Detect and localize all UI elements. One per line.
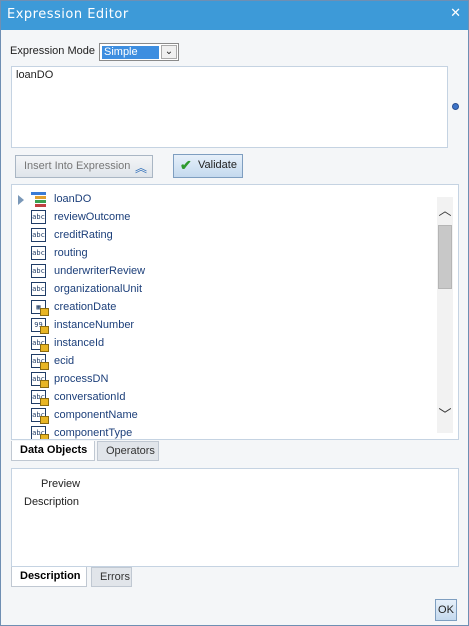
validate-button[interactable]: ✔ Validate [173,154,243,178]
tree-item-label: creditRating [54,229,113,241]
tree-item[interactable]: abc organizationalUnit [12,281,432,299]
tree-item[interactable]: ▦ creationDate [12,299,432,317]
dialog-title: Expression Editor [7,7,129,22]
number-locked-icon: 99 [31,318,49,334]
expand-triangle-icon[interactable] [18,195,24,205]
expression-mode-value: Simple [102,46,159,59]
tree-item-label: conversationId [54,391,126,403]
string-icon: abc [31,246,46,260]
ok-button[interactable]: OK [435,599,457,621]
tree-item-label: routing [54,247,88,259]
string-locked-icon: abc [31,408,49,424]
string-icon: abc [31,228,46,242]
tree-item[interactable]: abc conversationId [12,389,432,407]
title-bar: Expression Editor ✕ [1,1,468,30]
expression-textarea[interactable]: loanDO [11,66,448,148]
date-locked-icon: ▦ [31,300,49,316]
chevron-down-icon[interactable]: ⌄ [161,45,177,59]
splitter-handle-icon[interactable] [452,103,459,110]
tree-item[interactable]: abc componentType [12,425,432,439]
tree-scrollbar[interactable]: ︿ ﹀ [437,197,453,433]
tree-item-label: instanceId [54,337,105,349]
string-locked-icon: abc [31,372,49,388]
tab-operators[interactable]: Operators [97,441,159,461]
tree-item[interactable]: abc underwriterReview [12,263,432,281]
tree-item[interactable]: abc reviewOutcome [12,209,432,227]
string-locked-icon: abc [31,336,49,352]
tree-item-label: organizationalUnit [54,283,143,295]
tree-item-label: loanDO [54,193,92,205]
tree-item[interactable]: abc processDN [12,371,432,389]
tree-item-label: instanceNumber [54,319,135,331]
tab-description[interactable]: Description [11,567,87,587]
string-icon: abc [31,264,46,278]
tree-item[interactable]: abc routing [12,245,432,263]
expression-mode-label: Expression Mode [10,45,95,57]
string-locked-icon: abc [31,354,49,370]
description-panel: Preview Description [11,468,459,567]
tree-item-label: reviewOutcome [54,211,131,223]
scroll-up-icon[interactable]: ︿ [437,203,453,219]
preview-label: Preview [41,478,81,490]
scroll-down-icon[interactable]: ﹀ [437,407,453,423]
string-icon: abc [31,282,46,296]
tree-item[interactable]: abc creditRating [12,227,432,245]
tree-item[interactable]: loanDO [12,191,432,209]
tab-errors[interactable]: Errors [91,567,132,587]
data-objects-tree: loanDO abc reviewOutcome abc creditRating abc… [11,184,459,440]
string-locked-icon: abc [31,390,49,406]
tree-item-label: componentName [54,409,138,421]
tree-item-label: underwriterReview [54,265,146,277]
tree-item[interactable]: abc componentName [12,407,432,425]
tree-item-label: creationDate [54,301,117,313]
description-label: Description [24,496,80,508]
tree-item-label: processDN [54,373,109,385]
close-icon[interactable]: ✕ [450,5,461,21]
tree-item[interactable]: abc ecid [12,353,432,371]
insert-button-label: Insert Into Expression [24,160,131,172]
expression-mode-select[interactable]: Simple ⌄ [99,43,179,61]
insert-into-expression-button[interactable]: Insert Into Expression ︽ [15,155,153,178]
scrollbar-thumb[interactable] [438,225,452,289]
tree-item[interactable]: abc instanceId [12,335,432,353]
tree-item-label: componentType [54,427,133,439]
checkmark-icon: ✔ [180,157,192,173]
tab-data-objects[interactable]: Data Objects [11,441,95,461]
tree-item[interactable]: 99 instanceNumber [12,317,432,335]
expression-editor-dialog: Expression Editor ✕ Expression Mode Simp… [0,0,469,626]
string-locked-icon: abc [31,426,49,439]
data-object-icon [31,192,46,207]
string-icon: abc [31,210,46,224]
double-chevron-up-icon: ︽ [134,161,147,175]
tree-item-label: ecid [54,355,75,367]
validate-button-label: Validate [198,159,237,171]
